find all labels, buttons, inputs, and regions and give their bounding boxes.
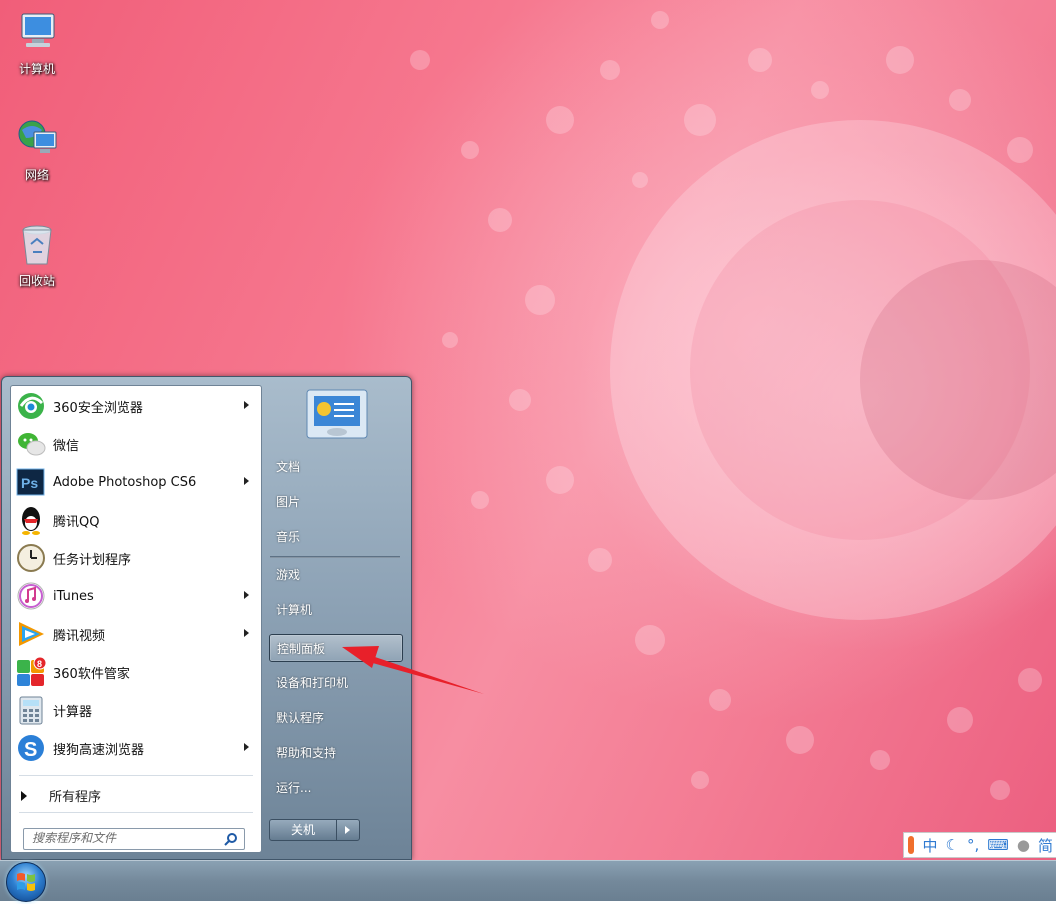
submenu-arrow-icon: [244, 743, 249, 751]
program-label: iTunes: [53, 588, 94, 604]
computer-icon: [14, 10, 60, 56]
desktop-icon-label: 回收站: [18, 274, 55, 288]
recycle-bin-icon: [14, 222, 60, 268]
program-item-360-browser[interactable]: 360安全浏览器: [13, 388, 259, 424]
program-item-itunes[interactable]: iTunes: [13, 578, 259, 614]
program-item-qq[interactable]: 腾讯QQ: [13, 502, 259, 538]
clock-icon: [15, 542, 47, 574]
submenu-arrow-icon: [244, 591, 249, 599]
calculator-icon: [15, 694, 47, 726]
submenu-arrow-icon: [244, 629, 249, 637]
program-label: 任务计划程序: [53, 552, 132, 568]
all-programs-label: 所有程序: [49, 790, 102, 805]
ime-mode-indicator[interactable]: 中: [922, 835, 937, 856]
sogou-ime-logo-icon: [908, 836, 915, 854]
program-item-task-scheduler[interactable]: 任务计划程序: [13, 540, 259, 576]
network-icon: [14, 116, 60, 162]
start-menu: 360安全浏览器 微信 Ps Adobe Photoshop CS6 腾讯QQ …: [1, 376, 412, 860]
start-button[interactable]: [6, 862, 46, 902]
place-control-panel[interactable]: 控制面板: [269, 634, 403, 662]
keyboard-icon[interactable]: ⌨: [987, 836, 1009, 854]
itunes-icon: [15, 580, 47, 612]
program-item-360-software-manager[interactable]: 8 360软件管家: [13, 654, 259, 690]
search-icon[interactable]: [224, 832, 238, 846]
program-label: 360安全浏览器: [53, 400, 143, 416]
program-label: 微信: [53, 438, 80, 454]
sogou-browser-icon: S: [15, 732, 47, 764]
svg-text:8: 8: [37, 659, 42, 669]
place-games[interactable]: 游戏: [269, 561, 403, 589]
submenu-arrow-icon: [244, 401, 249, 409]
ime-toolbar[interactable]: 中 ☾ °, ⌨ ● 简: [903, 832, 1056, 858]
svg-text:Ps: Ps: [21, 475, 38, 491]
desktop-icon-computer[interactable]: 计算机: [2, 10, 72, 77]
programs-pane: 360安全浏览器 微信 Ps Adobe Photoshop CS6 腾讯QQ …: [10, 385, 262, 853]
place-default-programs[interactable]: 默认程序: [269, 704, 403, 732]
moon-icon[interactable]: ☾: [946, 836, 959, 854]
program-item-calculator[interactable]: 计算器: [13, 692, 259, 728]
windows-logo-icon: [17, 873, 35, 891]
submenu-arrow-icon: [244, 477, 249, 485]
wechat-icon: [15, 428, 47, 460]
taskbar: [0, 860, 1056, 902]
place-help-and-support[interactable]: 帮助和支持: [269, 739, 403, 767]
place-run[interactable]: 运行...: [269, 774, 403, 802]
desktop-icon-recycle-bin[interactable]: 回收站: [2, 222, 72, 289]
program-item-wechat[interactable]: 微信: [13, 426, 259, 462]
place-pictures[interactable]: 图片: [269, 488, 403, 516]
place-documents[interactable]: 文档: [269, 453, 403, 481]
program-label: 腾讯视频: [53, 628, 106, 644]
desktop-icon-label: 计算机: [18, 62, 55, 76]
search-box[interactable]: [23, 828, 245, 850]
shutdown-button[interactable]: 关机: [269, 819, 337, 841]
program-item-photoshop[interactable]: Ps Adobe Photoshop CS6: [13, 464, 259, 500]
user-icon[interactable]: ●: [1017, 836, 1030, 854]
360-software-manager-icon: 8: [15, 656, 47, 688]
program-label: Adobe Photoshop CS6: [53, 474, 197, 490]
program-label: 腾讯QQ: [53, 514, 100, 530]
program-label: 搜狗高速浏览器: [53, 742, 145, 758]
program-item-tencent-video[interactable]: 腾讯视频: [13, 616, 259, 652]
program-item-sogou-browser[interactable]: S 搜狗高速浏览器: [13, 730, 259, 766]
program-label: 计算器: [53, 704, 93, 720]
svg-text:S: S: [24, 739, 37, 761]
desktop-icon-label: 网络: [24, 168, 49, 182]
tencent-video-icon: [15, 618, 47, 650]
place-music[interactable]: 音乐: [269, 523, 403, 551]
place-devices-and-printers[interactable]: 设备和打印机: [269, 669, 403, 697]
all-programs-button[interactable]: 所有程序: [21, 786, 101, 805]
control-panel-picture-icon[interactable]: [306, 389, 368, 439]
separator: [19, 812, 253, 813]
desktop-icon-network[interactable]: 网络: [2, 116, 72, 183]
places-pane: 文档 图片 音乐 游戏 计算机 控制面板 设备和打印机 默认程序 帮助和支持 运…: [260, 377, 411, 859]
all-programs-arrow-icon: [21, 790, 27, 801]
360-browser-icon: [15, 390, 47, 422]
ime-language-indicator[interactable]: 简: [1038, 835, 1053, 856]
search-input[interactable]: [24, 829, 222, 847]
program-label: 360软件管家: [53, 666, 130, 682]
separator: [19, 775, 253, 776]
photoshop-icon: Ps: [15, 466, 47, 498]
qq-penguin-icon: [15, 504, 47, 536]
place-computer[interactable]: 计算机: [269, 596, 403, 624]
shutdown-options-arrow-icon[interactable]: [336, 819, 360, 841]
separator: [270, 556, 400, 558]
punctuation-icon[interactable]: °,: [967, 836, 979, 854]
